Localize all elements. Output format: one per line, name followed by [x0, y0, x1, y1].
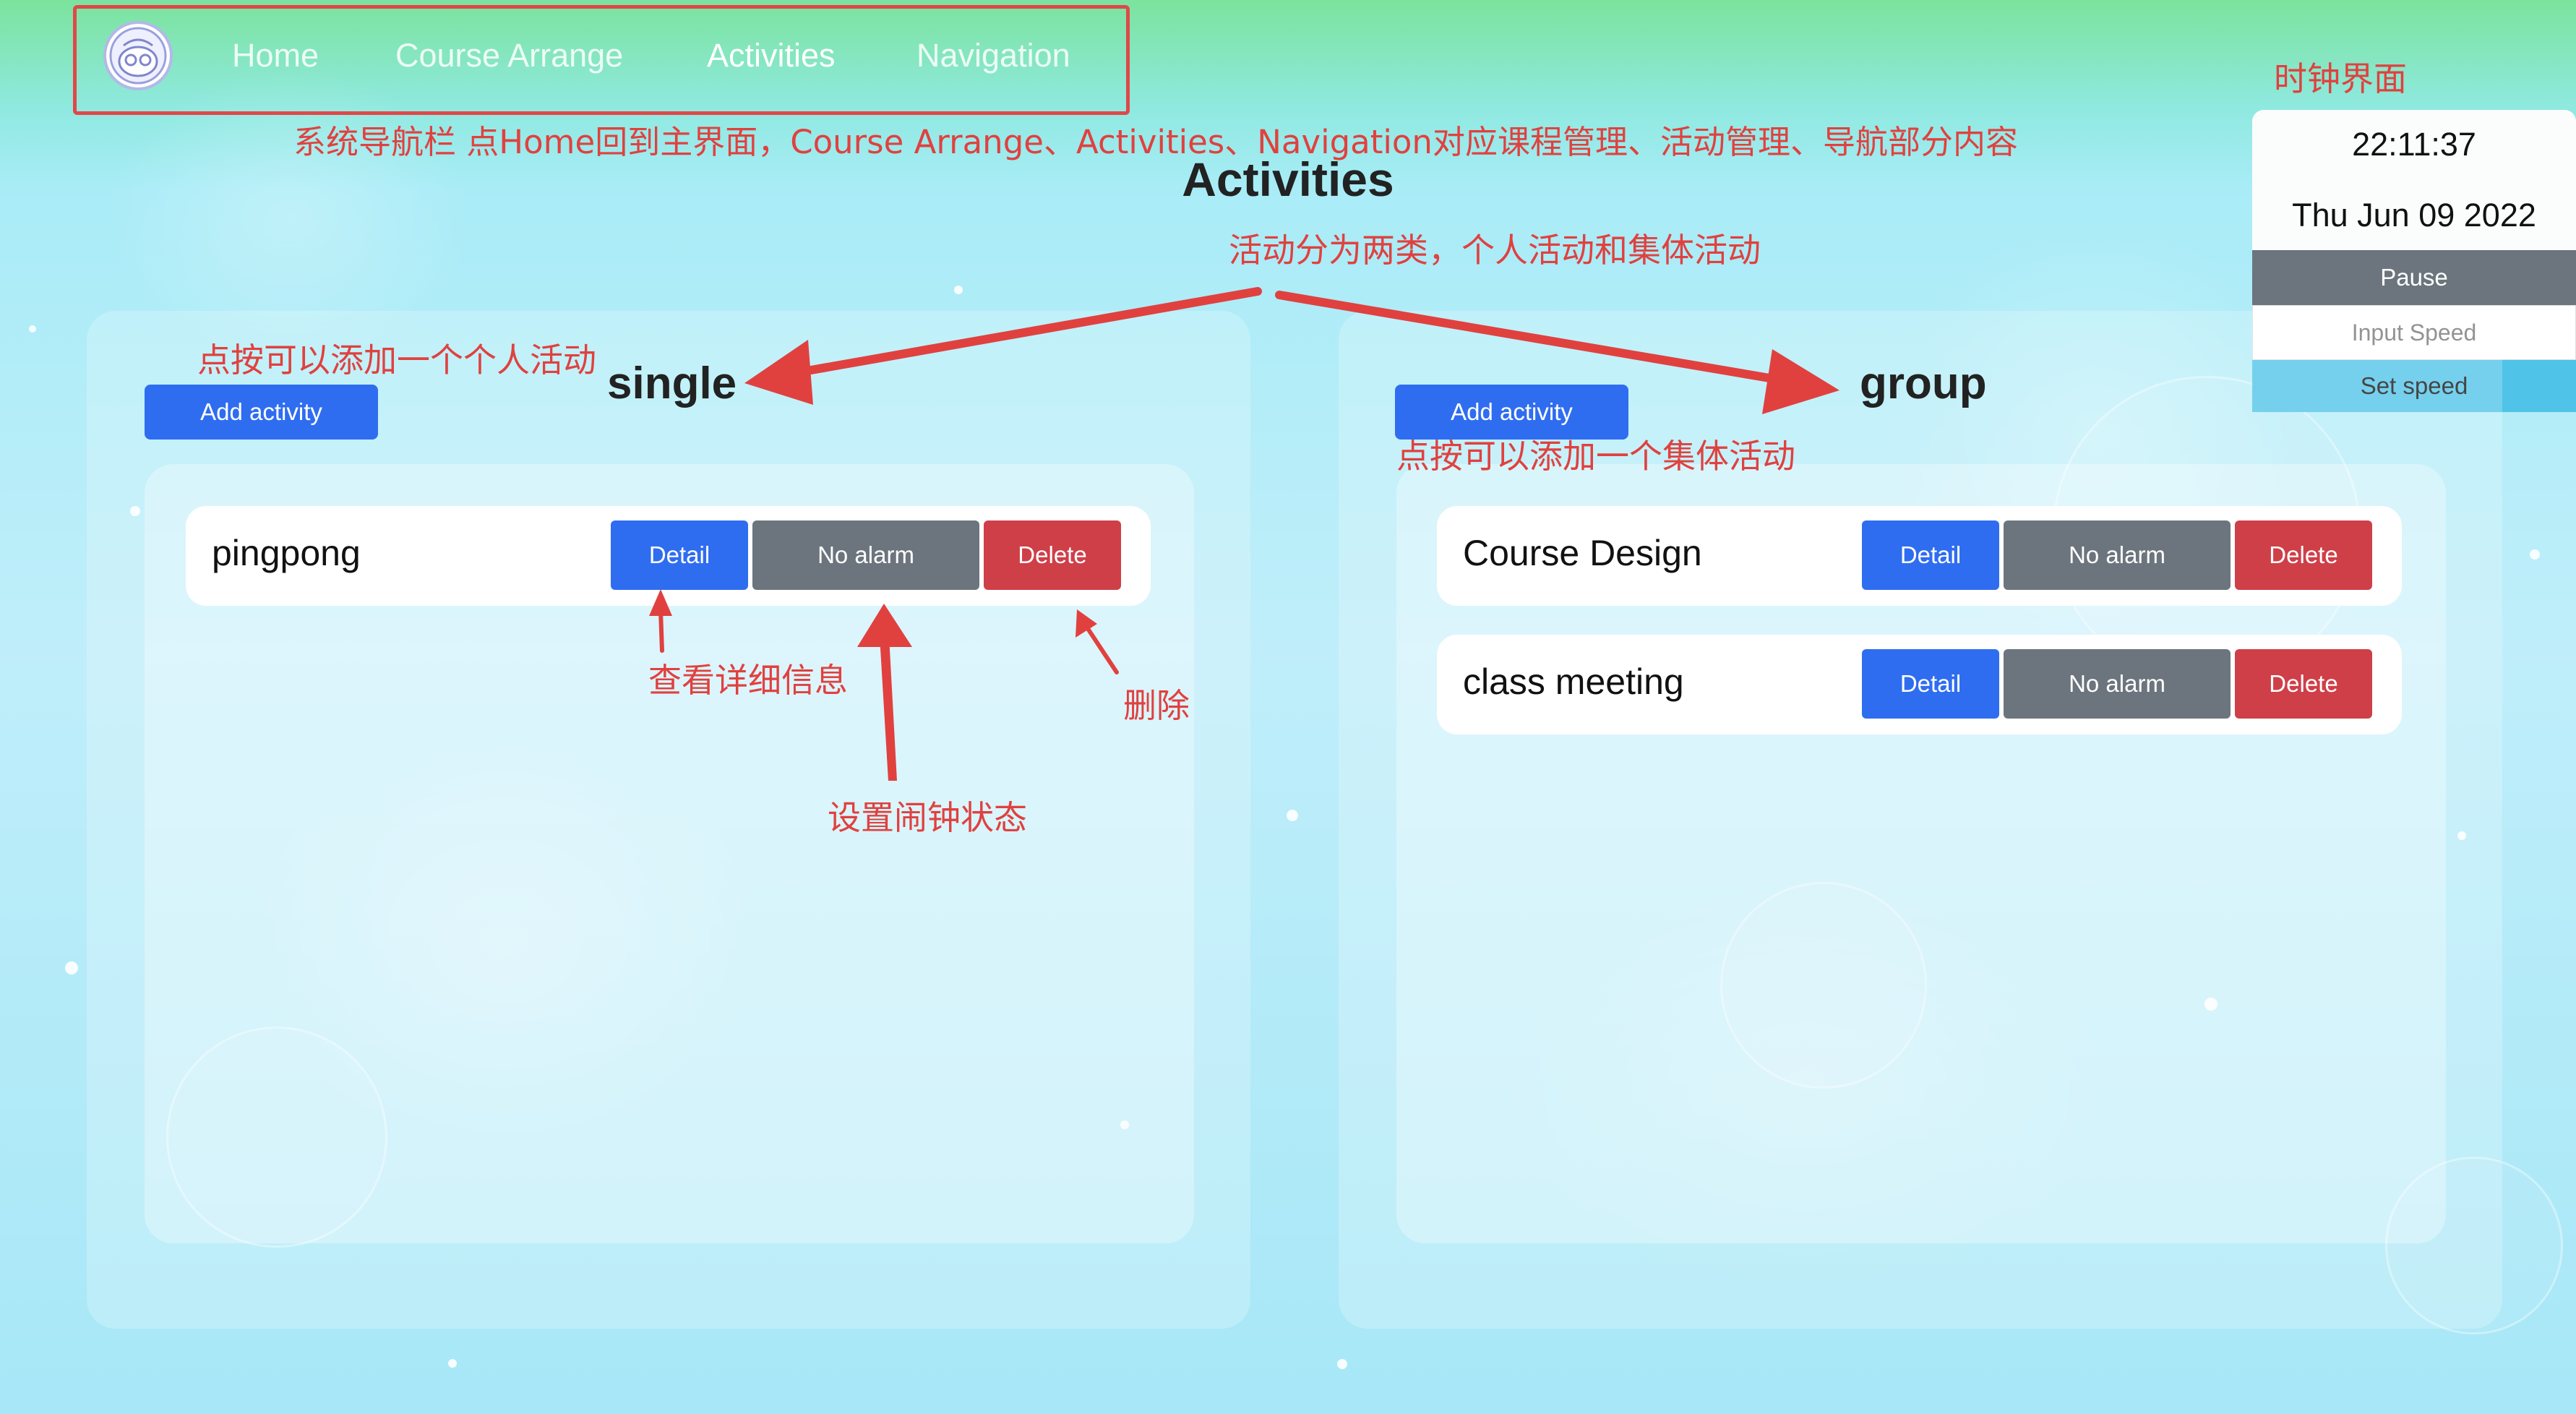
arrow-to-alarm — [880, 636, 897, 781]
arrow-to-detail — [658, 609, 664, 653]
arrow-head-delete — [1076, 609, 1097, 638]
arrow-to-group — [1275, 291, 1782, 384]
arrow-head-detail — [649, 589, 672, 616]
arrow-head-alarm — [857, 604, 912, 647]
arrow-to-delete — [1083, 623, 1119, 674]
arrow-head-group — [1762, 349, 1839, 414]
arrow-head-single — [744, 340, 813, 405]
annotation-arrows — [649, 287, 1839, 781]
arrow-to-single — [794, 287, 1262, 377]
